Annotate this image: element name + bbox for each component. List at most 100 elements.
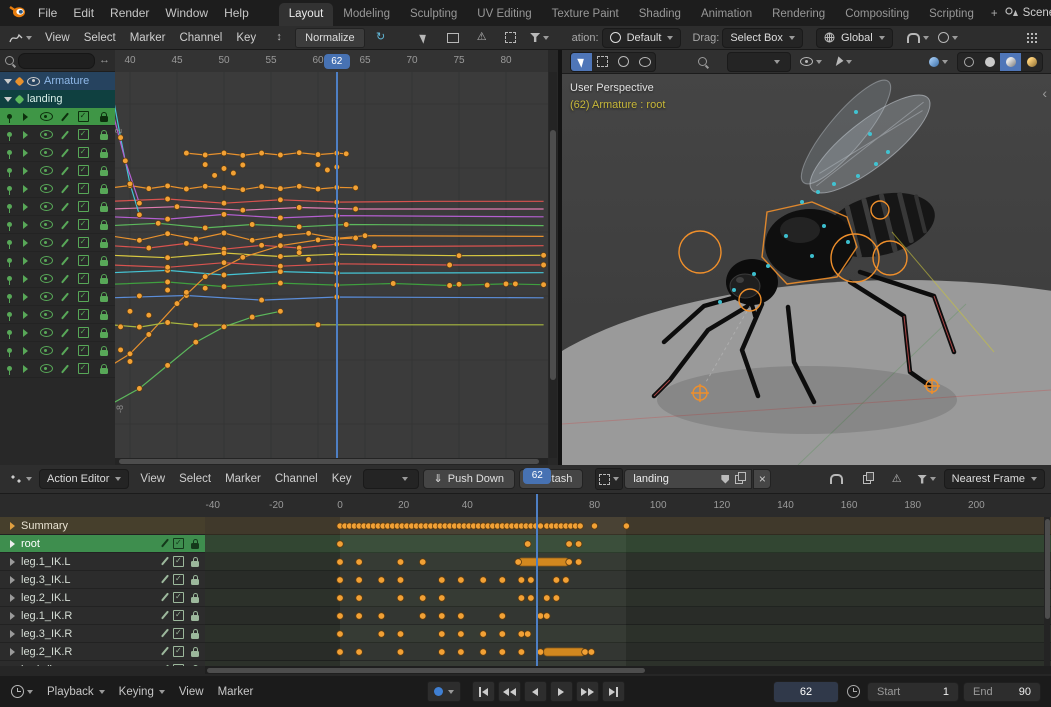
- expand-icon[interactable]: [23, 203, 28, 211]
- expand-icon[interactable]: [23, 149, 28, 157]
- graph-vertical-scrollbar[interactable]: [549, 72, 557, 458]
- expand-icon[interactable]: [10, 648, 15, 656]
- dope-filter-dropdown[interactable]: [363, 469, 419, 489]
- modifier-icon[interactable]: [61, 112, 69, 121]
- lock-icon[interactable]: [100, 242, 108, 248]
- enable-checkbox[interactable]: [173, 610, 184, 621]
- dope-channel-leg-1-ik-r[interactable]: leg.1_IK.R: [0, 607, 205, 625]
- menu-edit[interactable]: Edit: [65, 3, 102, 23]
- auto-normalize-icon[interactable]: ↻: [368, 29, 394, 47]
- expand-icon[interactable]: [23, 239, 28, 247]
- expand-icon[interactable]: [10, 666, 15, 667]
- graph-menu-select[interactable]: Select: [77, 30, 123, 46]
- expand-icon[interactable]: [23, 131, 28, 139]
- timeline-menu-playback[interactable]: Playback: [40, 684, 112, 700]
- modifier-icon[interactable]: [161, 665, 169, 666]
- dope-horizontal-scrollbar[interactable]: [205, 666, 1051, 674]
- dope-ruler[interactable]: -40-200204080100120140160180200: [205, 494, 1051, 518]
- start-frame-field[interactable]: Start1: [867, 682, 959, 702]
- lock-icon[interactable]: [100, 134, 108, 140]
- end-frame-field[interactable]: End90: [963, 682, 1041, 702]
- enable-checkbox[interactable]: [78, 147, 89, 158]
- menu-render[interactable]: Render: [102, 3, 157, 23]
- rendered-shading-icon[interactable]: [1021, 53, 1042, 71]
- expand-icon[interactable]: [23, 221, 28, 229]
- warning-icon[interactable]: ⚠: [469, 29, 495, 47]
- enable-checkbox[interactable]: [78, 129, 89, 140]
- expand-icon[interactable]: [10, 594, 15, 602]
- graph-channel-row[interactable]: [0, 108, 115, 126]
- play-button[interactable]: [550, 681, 573, 702]
- sidebar-collapse-icon[interactable]: ‹: [1042, 88, 1047, 98]
- expand-icon[interactable]: [23, 365, 28, 373]
- pin-icon[interactable]: [7, 312, 12, 317]
- expand-icon[interactable]: [23, 347, 28, 355]
- timeline-editor-type-dropdown[interactable]: [8, 683, 36, 701]
- pin-icon[interactable]: [7, 276, 12, 281]
- workspace-tab-rendering[interactable]: Rendering: [762, 3, 835, 26]
- dope-channel-leg-3-ik-l[interactable]: leg.3_IK.L: [0, 571, 205, 589]
- modifier-icon[interactable]: [61, 166, 69, 175]
- lock-icon[interactable]: [100, 206, 108, 212]
- pin-icon[interactable]: [7, 186, 12, 191]
- visibility-icon[interactable]: [40, 364, 53, 373]
- pin-icon[interactable]: [7, 348, 12, 353]
- lock-icon[interactable]: [100, 314, 108, 320]
- modifier-icon[interactable]: [161, 611, 169, 620]
- dope-keyframe-area[interactable]: [205, 517, 1051, 666]
- modifier-icon[interactable]: [61, 202, 69, 211]
- enable-checkbox[interactable]: [78, 237, 89, 248]
- modifier-icon[interactable]: [61, 184, 69, 193]
- graph-channel-row[interactable]: [0, 162, 115, 180]
- graph-menu-key[interactable]: Key: [229, 30, 263, 46]
- action-name-field[interactable]: landing: [624, 469, 752, 489]
- dope-playhead[interactable]: [536, 494, 538, 666]
- enable-checkbox[interactable]: [78, 345, 89, 356]
- dope-current-frame-badge[interactable]: 62: [523, 468, 551, 484]
- enable-checkbox[interactable]: [78, 219, 89, 230]
- fit-width-icon[interactable]: ↔: [99, 55, 110, 66]
- graph-channel-row[interactable]: [0, 126, 115, 144]
- lock-icon[interactable]: [191, 561, 199, 567]
- dope-menu-view[interactable]: View: [133, 471, 172, 487]
- enable-checkbox[interactable]: [78, 201, 89, 212]
- tweak-cursor-icon[interactable]: [411, 29, 437, 47]
- modifier-icon[interactable]: [61, 310, 69, 319]
- graph-current-frame-badge[interactable]: 62: [324, 54, 350, 69]
- tweak-tool-icon[interactable]: [571, 53, 592, 71]
- overlays-eye-dropdown[interactable]: [797, 53, 825, 71]
- workspace-tab-sculpting[interactable]: Sculpting: [400, 3, 467, 26]
- pin-icon[interactable]: [7, 114, 12, 119]
- current-frame-field[interactable]: 62: [773, 681, 839, 703]
- modifier-icon[interactable]: [161, 647, 169, 656]
- enable-checkbox[interactable]: [78, 309, 89, 320]
- lock-icon[interactable]: [100, 152, 108, 158]
- normalize-toggle[interactable]: Normalize: [295, 28, 365, 48]
- enable-checkbox[interactable]: [173, 646, 184, 657]
- shading-dropdown[interactable]: [925, 53, 951, 71]
- dope-channel-body-ik[interactable]: body.ik: [0, 661, 205, 666]
- dope-mode-dropdown[interactable]: Action Editor: [39, 469, 129, 489]
- graph-playhead[interactable]: [336, 72, 338, 458]
- visibility-icon[interactable]: [40, 202, 53, 211]
- lock-icon[interactable]: [100, 296, 108, 302]
- modifier-icon[interactable]: [161, 575, 169, 584]
- lock-icon[interactable]: [100, 170, 108, 176]
- modifier-icon[interactable]: [61, 148, 69, 157]
- enable-checkbox[interactable]: [78, 111, 89, 122]
- menu-file[interactable]: File: [30, 3, 65, 23]
- visibility-icon[interactable]: [40, 112, 53, 121]
- pin-icon[interactable]: [7, 366, 12, 371]
- previous-keyframe-button[interactable]: [498, 681, 521, 702]
- wireframe-shading-icon[interactable]: [958, 53, 979, 71]
- panel-icon[interactable]: [498, 29, 524, 47]
- visibility-icon[interactable]: [40, 274, 53, 283]
- push-down-button[interactable]: ⇓Push Down: [423, 469, 515, 489]
- modifier-icon[interactable]: [161, 539, 169, 548]
- visibility-icon[interactable]: [40, 166, 53, 175]
- filter-funnel-icon[interactable]: [527, 29, 553, 47]
- select-lasso-icon[interactable]: [634, 53, 655, 71]
- workspace-tab-texture-paint[interactable]: Texture Paint: [542, 3, 629, 26]
- dope-menu-channel[interactable]: Channel: [268, 471, 325, 487]
- graph-channel-row[interactable]: [0, 270, 115, 288]
